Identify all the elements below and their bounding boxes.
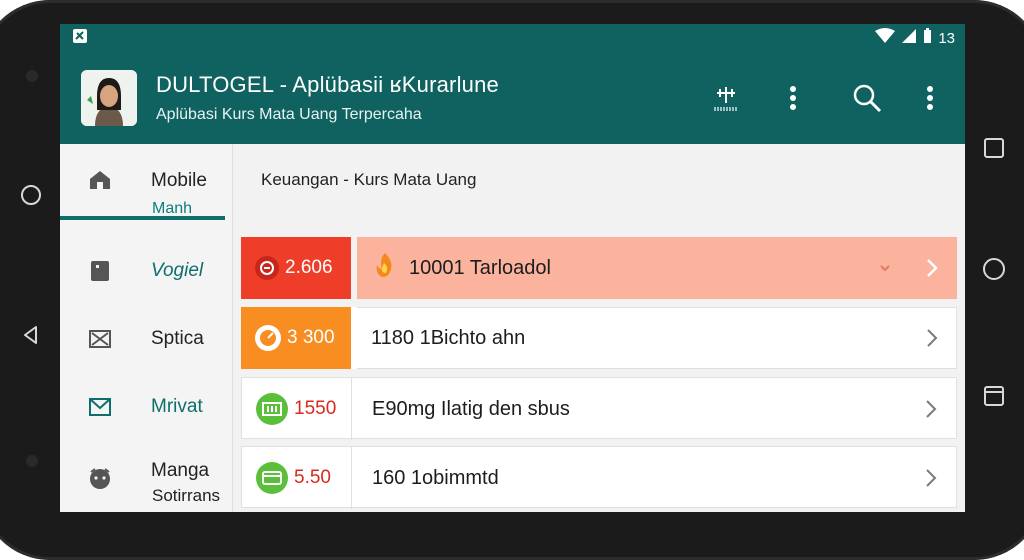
chevron-right-icon (926, 469, 937, 487)
list-item[interactable]: 2.606 10001 Tarloadol (241, 237, 957, 299)
row-text: 1180 1Bichto ahn (371, 326, 526, 349)
currency-icon (255, 256, 279, 280)
kebab-menu-icon (790, 86, 796, 110)
barcode-button[interactable] (710, 82, 742, 114)
row-text: E90mg Ilatig den sbus (372, 397, 570, 420)
phone-sensor (26, 70, 38, 82)
row-text: 160 1obimmtd (372, 466, 499, 489)
back-triangle-icon (24, 326, 37, 344)
sidebar-item-label: Vogiel (151, 260, 204, 281)
barcode-icon (714, 87, 737, 111)
chevron-right-icon (926, 400, 937, 418)
list-item[interactable]: 5.50 160 1obimmtd (241, 446, 957, 509)
overflow-menu-button[interactable] (914, 82, 946, 114)
row-text: 10001 Tarloadol (409, 256, 551, 279)
cash-icon (256, 393, 288, 425)
tablet-icon (88, 259, 112, 283)
breadcrumb: Keuangan - Kurs Mata Uang (261, 170, 477, 189)
search-button[interactable] (851, 82, 883, 114)
speed-icon (255, 325, 281, 351)
value-badge: 3 300 (241, 307, 351, 369)
avatar[interactable] (81, 70, 137, 126)
app-title: DULTOGEL - Aplübasii ʁKurarlune (156, 72, 499, 97)
kebab-menu-icon (927, 86, 933, 110)
sidebar-item-label: Manga (151, 460, 210, 481)
phone-sensor (26, 455, 38, 467)
app-bar: DULTOGEL - Aplübasii ʁKurarlune Aplübasi… (60, 52, 965, 144)
row-value: 2.606 (285, 257, 333, 278)
home-icon (88, 168, 112, 192)
row-content: E90mg Ilatig den sbus (358, 378, 956, 440)
phone-home-button-right[interactable] (981, 256, 1007, 282)
list-item[interactable]: 1550 E90mg Ilatig den sbus (241, 377, 957, 440)
app-screen: 13 DULTOGEL - Aplübasii ʁKurarlune Aplüb… (60, 24, 965, 512)
card-icon (256, 462, 288, 494)
status-bar: 13 (60, 24, 965, 52)
row-value: 5.50 (294, 467, 331, 488)
notification-icon (72, 28, 88, 48)
window-icon (984, 386, 1004, 406)
chevron-right-icon (927, 329, 938, 347)
chevron-down-icon[interactable] (879, 261, 891, 279)
row-content: 160 1obimmtd (358, 447, 956, 509)
sidebar: Mobile Manh Vogiel Sptica Mrivat Manga S… (60, 144, 233, 512)
chevron-right-icon (927, 259, 938, 277)
face-icon (88, 466, 112, 490)
signal-icon (901, 28, 917, 48)
sidebar-item-label: Mrivat (151, 396, 203, 417)
more-options-button[interactable] (777, 82, 809, 114)
search-icon (853, 84, 882, 113)
flame-icon (371, 251, 399, 285)
row-content: 1180 1Bichto ahn (357, 307, 957, 369)
sidebar-item-mrivat[interactable]: Mrivat (60, 380, 232, 440)
square-icon (984, 138, 1004, 158)
circle-icon (983, 258, 1005, 280)
sidebar-item-sublabel: Sotirrans (152, 486, 221, 505)
row-value: 1550 (294, 398, 337, 419)
battery-icon (923, 28, 932, 48)
sidebar-item-vogiel[interactable]: Vogiel (60, 244, 232, 304)
phone-recents-button[interactable] (981, 135, 1007, 161)
row-content: 10001 Tarloadol (357, 237, 957, 299)
phone-overview-button[interactable] (981, 383, 1007, 409)
sidebar-item-manga[interactable]: Manga Sotirrans (60, 448, 232, 508)
phone-back-button[interactable] (18, 322, 44, 348)
circle-icon (21, 185, 41, 205)
main-content: Keuangan - Kurs Mata Uang 2.606 10001 Ta… (233, 144, 965, 512)
wifi-icon (875, 28, 896, 48)
phone-home-button[interactable] (18, 182, 44, 208)
app-subtitle: Aplübasi Kurs Mata Uang Terpercaha (156, 106, 422, 123)
mail-x-icon (88, 327, 112, 351)
sidebar-item-label: Mobile (151, 170, 207, 191)
mail-icon (88, 395, 112, 419)
active-tab-indicator (60, 216, 225, 220)
value-badge: 2.606 (241, 237, 351, 299)
value-badge: 1550 (242, 378, 352, 440)
value-badge: 5.50 (242, 447, 352, 509)
sidebar-item-sptica[interactable]: Sptica (60, 312, 232, 372)
sidebar-item-label: Sptica (151, 328, 204, 349)
clock-text: 13 (938, 29, 955, 47)
list-item[interactable]: 3 300 1180 1Bichto ahn (241, 307, 957, 369)
row-value: 3 300 (287, 327, 335, 348)
sidebar-item-mobile[interactable]: Mobile Manh (60, 158, 232, 218)
